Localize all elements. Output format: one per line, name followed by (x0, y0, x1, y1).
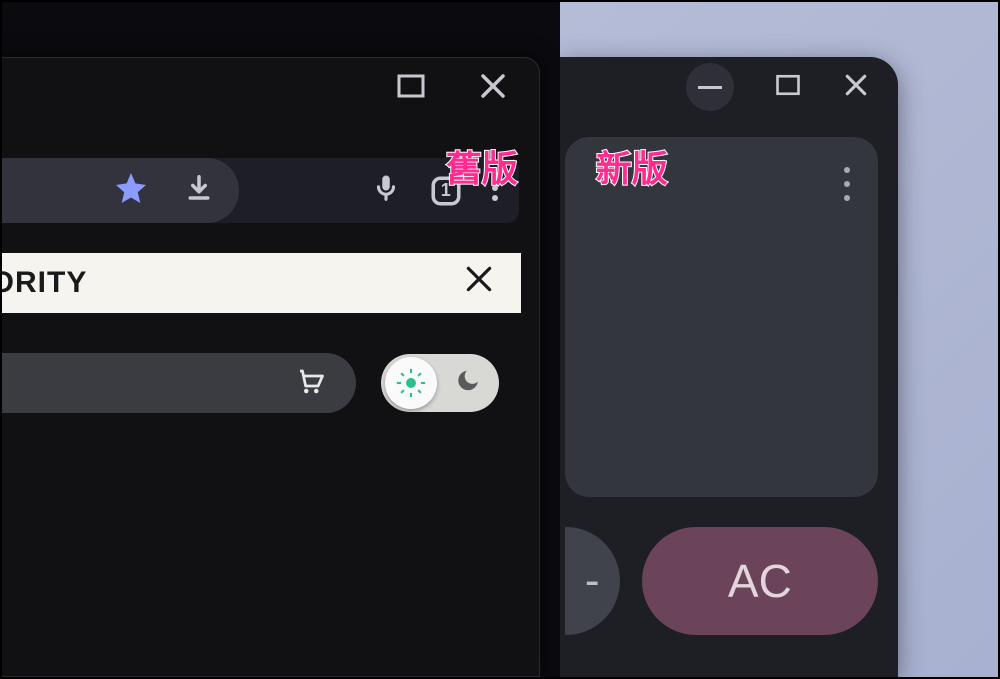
bookmark-star-icon[interactable] (113, 170, 149, 211)
old-version-label: 舊版 (446, 140, 518, 192)
maximize-icon[interactable] (774, 71, 802, 104)
calc-button-minus[interactable]: - (565, 527, 620, 635)
kebab-menu-icon[interactable] (844, 167, 850, 201)
new-titlebar (560, 57, 898, 117)
url-bar-section (2, 158, 239, 223)
banner-close-icon[interactable] (462, 262, 496, 304)
minimize-button[interactable] (686, 63, 734, 111)
toggle-knob-light (385, 357, 437, 409)
microphone-icon[interactable] (371, 171, 401, 210)
calculator-button-row: - AC (565, 527, 878, 635)
old-version-panel: 舊版 1 (2, 2, 560, 677)
close-icon[interactable] (477, 70, 509, 107)
browser-toolbar: 1 (2, 158, 519, 223)
maximize-icon[interactable] (395, 70, 427, 107)
new-version-panel: 新版 - AC (560, 2, 998, 677)
close-icon[interactable] (842, 71, 870, 104)
calc-button-ac[interactable]: AC (642, 527, 878, 635)
new-version-label: 新版 (596, 140, 668, 192)
banner-title: HORITY (2, 266, 87, 300)
cart-icon[interactable] (294, 366, 326, 401)
download-icon[interactable] (184, 173, 214, 208)
old-titlebar (2, 58, 539, 118)
dark-pill-bar (2, 353, 356, 413)
moon-icon (455, 368, 481, 399)
theme-toggle[interactable] (381, 354, 499, 412)
website-banner: HORITY (2, 253, 521, 313)
site-action-row (2, 353, 499, 413)
